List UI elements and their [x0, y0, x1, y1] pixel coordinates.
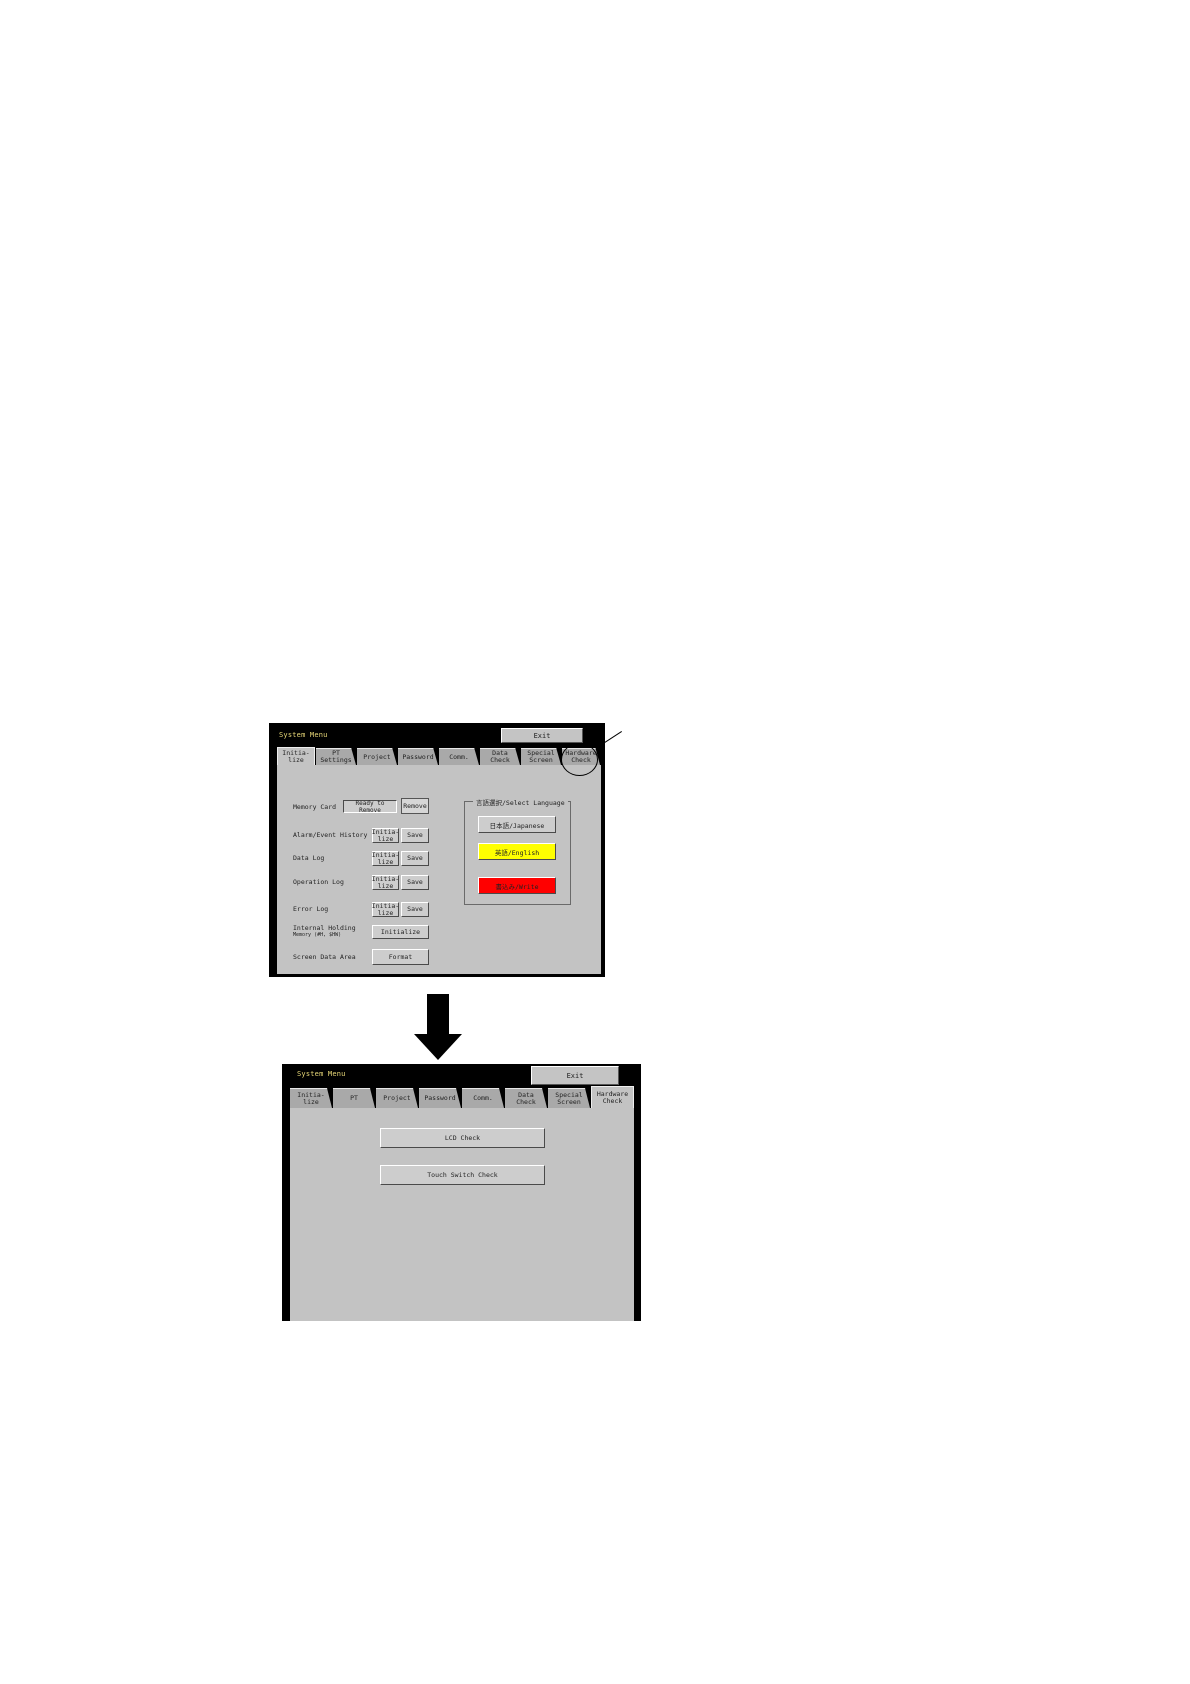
tab-hardware-check-2[interactable]: Hardware Check — [591, 1086, 634, 1109]
tab-project[interactable]: Project — [357, 748, 397, 765]
system-menu-screen-hardware-check: System Menu Exit Initia- lize PT Project… — [282, 1064, 641, 1321]
screen-title-2: System Menu — [297, 1070, 346, 1078]
english-button[interactable]: 英語/English — [478, 843, 556, 860]
format-button[interactable]: Format — [372, 949, 429, 965]
write-button[interactable]: 書込み/Write — [478, 877, 556, 894]
data-log-label: Data Log — [293, 854, 325, 862]
error-log-initialize-button[interactable]: Initia- lize — [372, 902, 399, 917]
alarm-history-save-button[interactable]: Save — [401, 828, 429, 843]
tab-password-2[interactable]: Password — [419, 1088, 461, 1108]
operation-log-label: Operation Log — [293, 878, 344, 886]
memory-card-label: Memory Card — [293, 803, 337, 811]
memory-card-status: Ready to Remove — [343, 800, 397, 814]
touch-switch-check-button[interactable]: Touch Switch Check — [380, 1165, 545, 1185]
alarm-history-initialize-button[interactable]: Initia- lize — [372, 828, 399, 843]
down-arrow-head — [414, 1034, 462, 1060]
internal-holding-label: Internal Holding — [293, 924, 356, 932]
japanese-button[interactable]: 日本語/Japanese — [478, 816, 556, 833]
down-arrow-shaft — [427, 994, 449, 1034]
system-menu-screen-initialize: System Menu Exit Initia- lize PT Setting… — [269, 723, 605, 977]
lcd-check-button[interactable]: LCD Check — [380, 1128, 545, 1148]
hardware-check-highlight-circle — [561, 743, 598, 776]
tab-password[interactable]: Password — [398, 748, 438, 765]
screen-title: System Menu — [279, 731, 328, 739]
initialize-panel: Memory Card Ready to Remove Remove Alarm… — [277, 765, 601, 974]
internal-holding-initialize-button[interactable]: Initialize — [372, 925, 429, 939]
tab-pt-2[interactable]: PT — [333, 1088, 375, 1108]
tab-special-screen[interactable]: Special Screen — [521, 748, 561, 765]
tab-data-check[interactable]: Data Check — [480, 748, 520, 765]
data-log-save-button[interactable]: Save — [401, 851, 429, 866]
error-log-label: Error Log — [293, 905, 329, 913]
tab-initialize[interactable]: Initia- lize — [277, 747, 315, 766]
tab-special-screen-2[interactable]: Special Screen — [548, 1088, 590, 1108]
error-log-save-button[interactable]: Save — [401, 902, 429, 917]
screen-data-area-label: Screen Data Area — [293, 953, 356, 961]
operation-log-save-button[interactable]: Save — [401, 875, 429, 890]
alarm-history-label: Alarm/Event History — [293, 831, 368, 839]
tab-data-check-2[interactable]: Data Check — [505, 1088, 547, 1108]
tab-comm-2[interactable]: Comm. — [462, 1088, 504, 1108]
exit-button-2[interactable]: Exit — [531, 1066, 619, 1085]
internal-holding-sublabel: Memory (#H, $HW) — [293, 932, 342, 938]
tab-initialize-2[interactable]: Initia- lize — [290, 1088, 332, 1108]
hardware-check-panel: LCD Check Touch Switch Check — [290, 1108, 634, 1321]
tab-project-2[interactable]: Project — [376, 1088, 418, 1108]
tab-pt-settings[interactable]: PT Settings — [316, 748, 356, 765]
callout-line — [603, 731, 623, 745]
operation-log-initialize-button[interactable]: Initia- lize — [372, 875, 399, 890]
exit-button[interactable]: Exit — [501, 728, 583, 743]
select-language-title: 言語選択/Select Language — [473, 797, 568, 807]
remove-button[interactable]: Remove — [401, 798, 429, 814]
data-log-initialize-button[interactable]: Initia- lize — [372, 851, 399, 866]
tab-comm[interactable]: Comm. — [439, 748, 479, 765]
